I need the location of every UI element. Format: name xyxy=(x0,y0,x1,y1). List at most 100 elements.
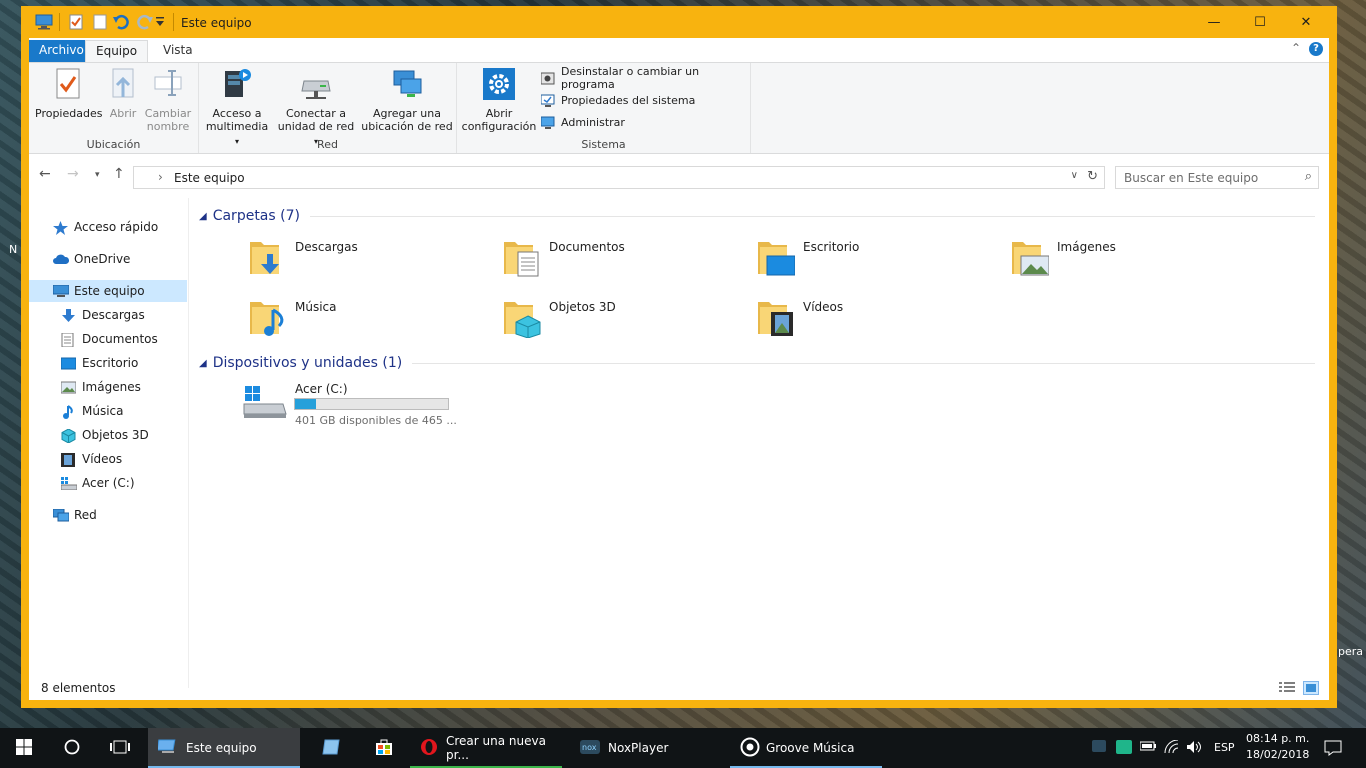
collapse-chevron-icon[interactable]: ◢ xyxy=(199,358,207,369)
desinstalar-programa-button[interactable]: Desinstalar o cambiar un programa xyxy=(540,65,750,91)
folder-documentos[interactable]: Documentos xyxy=(503,236,743,286)
taskbar-store[interactable] xyxy=(358,728,410,768)
search-box[interactable]: Buscar en Este equipo ⌕ xyxy=(1115,166,1319,189)
nox-tray-icon[interactable] xyxy=(1092,740,1106,756)
section-dispositivos[interactable]: ◢ Dispositivos y unidades (1) xyxy=(199,353,1315,373)
nav-onedrive[interactable]: OneDrive xyxy=(29,248,187,270)
search-circle-icon xyxy=(64,739,80,758)
window-body: Archivo Equipo Vista ⌃ ? Propiedades Abr… xyxy=(29,38,1329,700)
large-icons-view-icon[interactable] xyxy=(1303,681,1319,695)
nav-musica[interactable]: Música xyxy=(29,400,187,422)
address-dropdown-icon[interactable]: ∨ xyxy=(1071,170,1078,181)
nav-descargas[interactable]: Descargas xyxy=(29,304,187,326)
folder-videos[interactable]: Vídeos xyxy=(757,296,997,346)
acceso-multimedia-button[interactable]: Acceso a multimedia ▾ xyxy=(203,67,271,148)
taskbar-app-groove[interactable]: Groove Música xyxy=(730,728,882,768)
nav-escritorio[interactable]: Escritorio xyxy=(29,352,187,374)
maximize-button[interactable]: ☐ xyxy=(1237,6,1283,38)
propiedades-button[interactable]: Propiedades xyxy=(35,67,102,120)
network-drive-icon xyxy=(300,67,332,101)
nav-acceso-rapido[interactable]: Acceso rápido xyxy=(29,216,187,238)
star-icon xyxy=(53,220,68,235)
abrir-button[interactable]: Abrir xyxy=(105,67,141,120)
details-view-icon[interactable] xyxy=(1279,682,1295,694)
action-center-icon[interactable] xyxy=(1324,740,1342,760)
battery-icon[interactable] xyxy=(1139,740,1156,756)
nav-label: Escritorio xyxy=(82,356,139,370)
task-view-button[interactable] xyxy=(96,728,144,768)
address-box[interactable]: › Este equipo ∨ ↻ xyxy=(133,166,1105,189)
section-carpetas[interactable]: ◢ Carpetas (7) xyxy=(199,206,1315,226)
tray-app-icon[interactable] xyxy=(1116,740,1132,758)
nav-acer-c[interactable]: Acer (C:) xyxy=(29,472,187,494)
up-arrow-icon[interactable]: ↑ xyxy=(113,166,125,182)
drive-acer-c[interactable]: Acer (C:) 401 GB disponibles de 465 ... xyxy=(243,380,463,430)
folder-objetos-3d[interactable]: Objetos 3D xyxy=(503,296,743,346)
properties-qat-icon[interactable] xyxy=(69,14,85,30)
volume-icon[interactable] xyxy=(1186,740,1204,758)
folder-musica[interactable]: Música xyxy=(249,296,489,346)
folder-imagenes[interactable]: Imágenes xyxy=(1011,236,1251,286)
search-placeholder: Buscar en Este equipo xyxy=(1124,171,1259,185)
new-folder-qat-icon[interactable] xyxy=(93,14,109,30)
customize-qat-icon[interactable] xyxy=(155,16,171,32)
tab-vista[interactable]: Vista xyxy=(153,40,203,62)
close-button[interactable]: ✕ xyxy=(1283,6,1329,38)
taskbar-app-opera[interactable]: Crear una nueva pr... xyxy=(410,728,562,768)
minimize-button[interactable]: — xyxy=(1191,6,1237,38)
nav-red[interactable]: Red xyxy=(29,504,187,526)
nav-este-equipo[interactable]: Este equipo xyxy=(29,280,187,302)
undo-icon[interactable] xyxy=(113,14,129,30)
taskbar-pinned-app[interactable] xyxy=(306,728,358,768)
propiedades-sistema-button[interactable]: Propiedades del sistema xyxy=(540,91,695,109)
nombre-label: nombre xyxy=(146,120,190,133)
tab-equipo[interactable]: Equipo xyxy=(85,40,149,63)
windows-drive-icon xyxy=(243,380,287,422)
redo-icon[interactable] xyxy=(137,14,153,30)
clock-time: 08:14 p. m. xyxy=(1246,732,1310,745)
abrir-label: Abrir xyxy=(485,107,513,120)
taskbar-app-noxplayer[interactable]: nox NoxPlayer xyxy=(570,728,722,768)
cambiar-nombre-button[interactable]: Cambiar nombre xyxy=(143,67,193,133)
administrar-button[interactable]: Administrar xyxy=(540,113,625,131)
collapse-chevron-icon[interactable]: ◢ xyxy=(199,211,207,222)
start-button[interactable] xyxy=(0,728,48,768)
folder-escritorio[interactable]: Escritorio xyxy=(757,236,997,286)
nav-objetos-3d[interactable]: Objetos 3D xyxy=(29,424,187,446)
breadcrumb-este-equipo[interactable]: Este equipo xyxy=(174,171,245,185)
recent-locations-icon[interactable]: ▾ xyxy=(95,170,100,180)
manage-icon xyxy=(540,116,555,129)
document-icon xyxy=(61,332,76,347)
ribbon: Propiedades Abrir Cambiar nombre Ubicaci… xyxy=(29,62,1329,154)
clock[interactable]: 08:14 p. m. 18/02/2018 xyxy=(1246,731,1309,763)
abrir-label: Abrir xyxy=(109,107,137,120)
conectar-label: Conectar a xyxy=(285,107,346,120)
taskbar-app-este-equipo[interactable]: Este equipo xyxy=(148,728,300,768)
help-icon[interactable]: ? xyxy=(1309,42,1323,56)
abrir-configuracion-button[interactable]: Abrir configuración xyxy=(461,67,537,133)
acceso-label: Acceso a xyxy=(212,107,262,120)
cortana-button[interactable] xyxy=(48,728,96,768)
agregar-ubicacion-button[interactable]: Agregar una ubicación de red xyxy=(361,67,453,133)
computer-icon xyxy=(52,284,70,298)
nav-imagenes[interactable]: Imágenes xyxy=(29,376,187,398)
file-explorer-icon xyxy=(156,739,178,758)
close-icon: ✕ xyxy=(1300,14,1312,30)
breadcrumb-chevron-icon: › xyxy=(158,170,163,184)
desktop-edge-text: N xyxy=(9,243,18,256)
film-icon xyxy=(61,452,76,467)
forward-arrow-icon[interactable]: → xyxy=(67,166,79,182)
folder-descargas[interactable]: Descargas xyxy=(249,236,489,286)
configuracion-label: configuración xyxy=(461,120,537,133)
back-arrow-icon[interactable]: ← xyxy=(39,166,51,182)
conectar-unidad-button[interactable]: Conectar a unidad de red ▾ xyxy=(275,67,357,148)
refresh-icon[interactable]: ↻ xyxy=(1087,169,1098,184)
language-indicator[interactable]: ESP xyxy=(1214,741,1235,754)
nav-videos[interactable]: Vídeos xyxy=(29,448,187,470)
wifi-icon[interactable] xyxy=(1164,739,1180,758)
status-bar: 8 elementos xyxy=(29,678,1329,700)
title-bar[interactable]: Este equipo — ☐ ✕ xyxy=(21,6,1337,38)
collapse-ribbon-icon[interactable]: ⌃ xyxy=(1291,41,1301,55)
search-icon[interactable]: ⌕ xyxy=(1305,169,1312,184)
nav-documentos[interactable]: Documentos xyxy=(29,328,187,350)
